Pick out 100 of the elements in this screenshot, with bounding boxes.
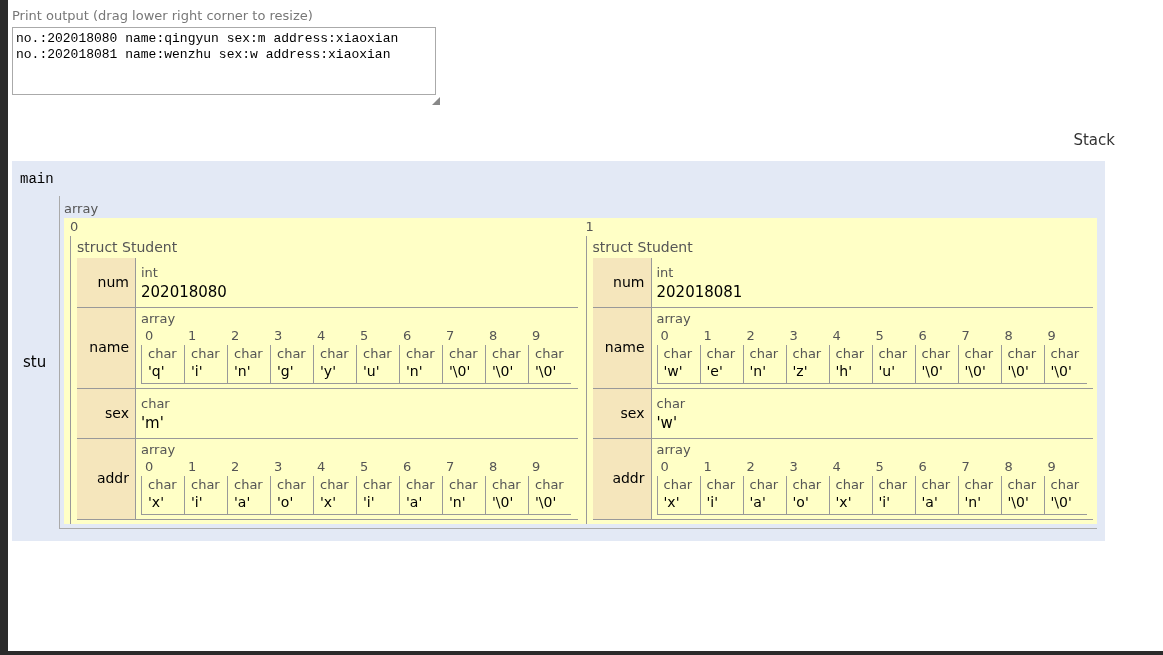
char-value: '\0' xyxy=(492,492,515,511)
type-label: char xyxy=(449,475,479,493)
array-index: 4 xyxy=(831,326,842,345)
type-label: char xyxy=(792,475,823,493)
array-index: 2 xyxy=(230,326,241,345)
array-index: 1 xyxy=(187,457,198,476)
type-label: char xyxy=(234,475,264,493)
array-index: 9 xyxy=(1046,457,1057,476)
array-index: 0 xyxy=(70,217,79,236)
array-index: 0 xyxy=(144,457,155,476)
type-label: char xyxy=(320,475,350,493)
char-value: 'i' xyxy=(878,492,892,511)
char-value: '\0' xyxy=(921,361,944,380)
type-label: char xyxy=(749,344,780,362)
char-value: 'n' xyxy=(234,361,252,380)
array-index: 3 xyxy=(788,326,799,345)
char-value: 'w' xyxy=(663,361,684,380)
type-label: char xyxy=(663,344,694,362)
char-value: '\0' xyxy=(1007,492,1030,511)
type-label: char xyxy=(148,475,178,493)
char-value: 'g' xyxy=(277,361,295,380)
print-output-label: Print output (drag lower right corner to resize) xyxy=(12,7,314,25)
type-label: char xyxy=(191,475,221,493)
type-label: int xyxy=(141,263,159,281)
char-value: 'x' xyxy=(320,492,337,511)
array-index: 7 xyxy=(445,457,456,476)
frame-name: main xyxy=(19,169,55,189)
array-index: 1 xyxy=(585,217,594,236)
type-label: array xyxy=(64,199,99,218)
char-value: 'y' xyxy=(320,361,337,380)
type-label: char xyxy=(964,344,995,362)
type-label: char xyxy=(706,475,737,493)
type-label: char xyxy=(921,344,952,362)
array-index: 1 xyxy=(702,457,713,476)
array-index: 7 xyxy=(960,457,971,476)
char-value: '\0' xyxy=(535,361,558,380)
array-index: 3 xyxy=(788,457,799,476)
type-label: char xyxy=(835,344,866,362)
type-label: char xyxy=(706,344,737,362)
array-index: 3 xyxy=(273,326,284,345)
array-index: 6 xyxy=(402,457,413,476)
field-name: name xyxy=(89,338,129,357)
char-value: 'x' xyxy=(148,492,165,511)
char-value: 'o' xyxy=(277,492,295,511)
variable-name: stu xyxy=(23,351,47,373)
array-index: 5 xyxy=(874,326,885,345)
array-index: 3 xyxy=(273,457,284,476)
array-index: 0 xyxy=(144,326,155,345)
array-index: 8 xyxy=(1003,326,1014,345)
array-index: 4 xyxy=(316,326,327,345)
char-value: '\0' xyxy=(535,492,558,511)
type-label: char xyxy=(449,344,479,362)
char-value: 'i' xyxy=(363,492,376,511)
char-value: 'q' xyxy=(148,361,166,380)
char-value: 'x' xyxy=(835,492,853,511)
type-label: char xyxy=(492,475,522,493)
char-value: 'h' xyxy=(835,361,854,380)
print-output-box[interactable]: no.:202018080 name:qingyun sex:m address:xiaoxian no.:202018081 name:wenzhu sex:w address:xiaoxian xyxy=(12,27,436,95)
field-name: num xyxy=(97,272,129,292)
char-value: 'a' xyxy=(234,492,252,511)
type-label: char xyxy=(234,344,264,362)
struct-type-label: struct Student xyxy=(592,237,693,257)
char-value: 'n' xyxy=(406,361,424,380)
array-index: 8 xyxy=(488,457,499,476)
char-value: '\0' xyxy=(1050,361,1073,380)
array-index: 6 xyxy=(917,326,928,345)
type-label: char xyxy=(277,344,307,362)
array-index: 0 xyxy=(659,457,670,476)
type-label: char xyxy=(148,344,178,362)
array-index: 2 xyxy=(745,326,756,345)
array-index: 1 xyxy=(187,326,198,345)
resize-grip-icon[interactable] xyxy=(432,97,440,105)
field-name: sex xyxy=(620,403,645,423)
char-value: '\0' xyxy=(1007,361,1030,380)
type-label: char xyxy=(878,475,909,493)
type-label: char xyxy=(1050,344,1081,362)
type-label: int xyxy=(656,263,675,281)
type-label: char xyxy=(921,475,952,493)
array-index: 4 xyxy=(831,457,842,476)
array-index: 1 xyxy=(702,326,713,345)
array-index: 8 xyxy=(1003,457,1014,476)
type-label: char xyxy=(1007,475,1038,493)
type-label: char xyxy=(964,475,995,493)
field-value: 202018080 xyxy=(141,281,227,303)
type-label: char xyxy=(492,344,522,362)
type-label: array xyxy=(656,440,692,458)
array-index: 7 xyxy=(445,326,456,345)
array-index: 2 xyxy=(230,457,241,476)
type-label: char xyxy=(835,475,866,493)
array-index: 9 xyxy=(531,326,542,345)
type-label: array xyxy=(141,309,177,327)
char-value: 'x' xyxy=(663,492,681,511)
char-value: 'o' xyxy=(792,492,810,511)
char-value: '\0' xyxy=(1050,492,1073,511)
char-value: 'e' xyxy=(706,361,724,380)
field-value: 202018081 xyxy=(656,281,743,303)
field-name: num xyxy=(613,272,645,292)
field-name: sex xyxy=(105,403,129,423)
array-index: 9 xyxy=(1046,326,1057,345)
char-value: 'a' xyxy=(921,492,939,511)
